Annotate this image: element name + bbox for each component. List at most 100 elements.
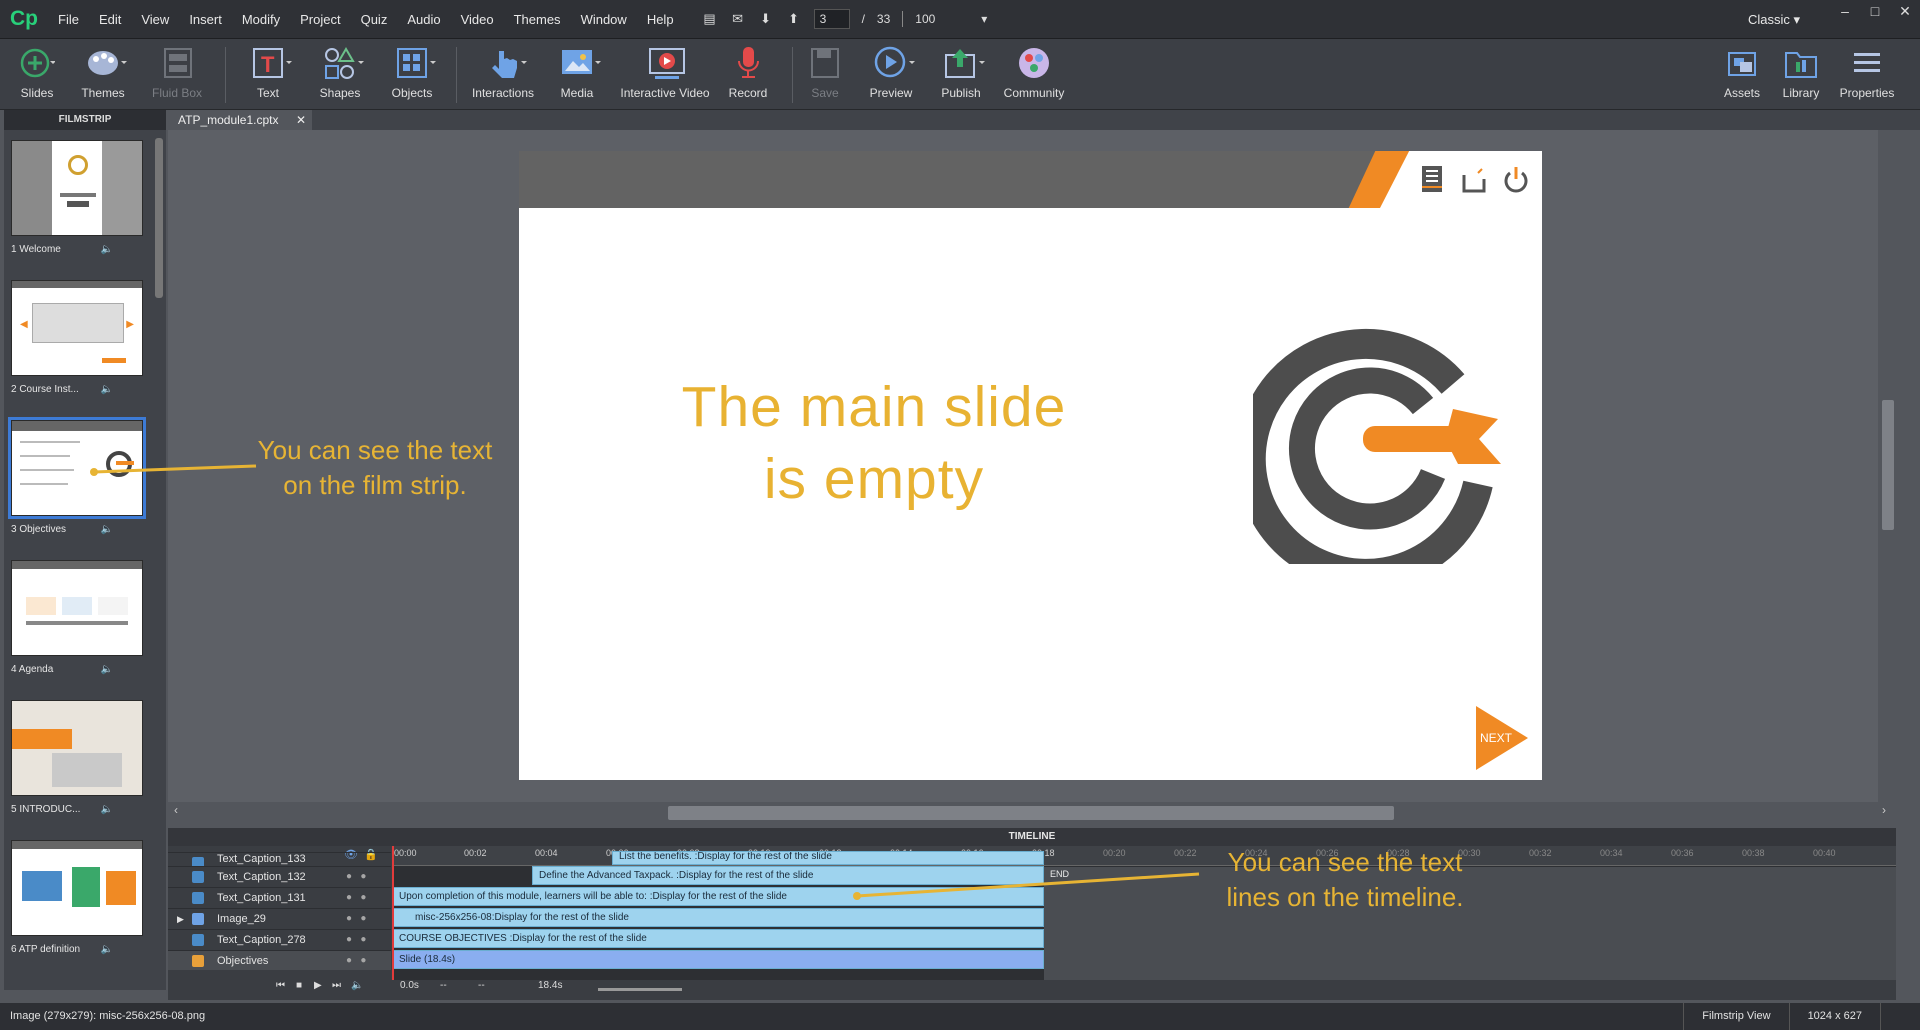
slides-button[interactable]: Slides: [0, 43, 74, 107]
menu-themes[interactable]: Themes: [504, 0, 571, 39]
filmstrip-title: FILMSTRIP: [4, 110, 166, 130]
menu-video[interactable]: Video: [451, 0, 504, 39]
slide-number-input[interactable]: 3: [813, 9, 850, 29]
filmstrip-slide-4[interactable]: 4 Agenda 🔈: [11, 560, 143, 675]
visibility-lock-dots[interactable]: ● ●: [346, 951, 366, 971]
menu-audio[interactable]: Audio: [397, 0, 450, 39]
preview-button[interactable]: Preview: [854, 43, 928, 107]
zoom-select[interactable]: 100 ▾: [915, 12, 987, 26]
stage-horizontal-scrollbar[interactable]: ‹ ›: [168, 802, 1896, 822]
comment-icon[interactable]: ▤: [702, 11, 718, 27]
publish-label: Publish: [941, 86, 981, 100]
timeline-row[interactable]: Text_Caption_131 ● ●: [168, 887, 391, 907]
timeline-bar[interactable]: COURSE OBJECTIVES :Display for the rest …: [392, 929, 1044, 948]
play-icon[interactable]: ▶: [314, 980, 322, 991]
svg-text:T: T: [261, 52, 275, 77]
timeline-row-selected[interactable]: Objectives ● ●: [168, 950, 391, 970]
resources-icon[interactable]: [1460, 161, 1488, 195]
close-icon[interactable]: ✕: [296, 110, 306, 130]
visibility-lock-dots[interactable]: ● ●: [346, 888, 366, 908]
main-text-line-1: The main slide: [681, 375, 1067, 439]
timeline-row[interactable]: Text_Caption_132 ● ●: [168, 866, 391, 886]
slide-3-objectives[interactable]: The main slide is empty NEXT: [519, 151, 1542, 780]
scrollbar-thumb[interactable]: [1882, 400, 1894, 530]
text-button[interactable]: T Text: [231, 43, 305, 107]
layer-name: Text_Caption_133: [217, 853, 306, 865]
layer-name: Text_Caption_132: [217, 871, 306, 883]
menu-insert[interactable]: Insert: [179, 0, 232, 39]
properties-button[interactable]: Properties: [1830, 43, 1904, 107]
filmstrip-slide-2[interactable]: ◀ ▶ 2 Course Inst... 🔈: [11, 280, 143, 395]
menu-edit[interactable]: Edit: [89, 0, 131, 39]
slide-thumbnail-label: 1 Welcome: [11, 244, 61, 255]
scroll-right-icon[interactable]: ›: [1882, 803, 1886, 817]
timeline-row[interactable]: Text_Caption_278 ● ●: [168, 929, 391, 949]
visibility-lock-dots[interactable]: ● ●: [346, 909, 366, 929]
audio-icon[interactable]: 🔈: [351, 980, 363, 991]
stop-icon[interactable]: ■: [296, 980, 302, 991]
prev-slide-arrow-icon[interactable]: ⬆: [786, 11, 802, 27]
media-button[interactable]: Media: [540, 43, 614, 107]
timeline-row[interactable]: ▶ Image_29 ● ●: [168, 908, 391, 928]
menu-quiz[interactable]: Quiz: [351, 0, 398, 39]
workspace-switcher[interactable]: Classic ▾: [1748, 0, 1800, 39]
timeline-bar[interactable]: List the benefits. :Display for the rest…: [612, 851, 1044, 865]
timeline-bar[interactable]: Slide (18.4s): [392, 950, 1044, 969]
community-button[interactable]: Community: [997, 43, 1071, 107]
visibility-lock-dots[interactable]: ● ●: [346, 867, 366, 887]
menu-view[interactable]: View: [131, 0, 179, 39]
minimize-button[interactable]: –: [1830, 0, 1860, 22]
close-window-button[interactable]: ✕: [1890, 0, 1920, 22]
filmstrip-scrollbar[interactable]: [155, 138, 163, 298]
book-icon[interactable]: [1418, 161, 1446, 195]
playhead[interactable]: [392, 846, 394, 1000]
filmstrip-slide-6[interactable]: 6 ATP definition 🔈: [11, 840, 143, 955]
mail-icon[interactable]: ✉: [730, 11, 746, 27]
objects-button[interactable]: Objects: [375, 43, 449, 107]
timeline-row[interactable]: Text_Caption_133: [168, 852, 391, 866]
next-button[interactable]: NEXT: [1472, 706, 1528, 770]
captivate-window: Cp File Edit View Insert Modify Project …: [0, 0, 1920, 1030]
fluid-box-button[interactable]: Fluid Box: [140, 43, 214, 107]
next-slide-arrow-icon[interactable]: ⬇: [758, 11, 774, 27]
slide-thumbnail: ◀ ▶: [11, 280, 143, 376]
speaker-icon[interactable]: 🔈: [101, 524, 113, 535]
duration: 18.4s: [538, 980, 563, 991]
themes-button[interactable]: Themes: [66, 43, 140, 107]
menu-modify[interactable]: Modify: [232, 0, 290, 39]
exit-icon[interactable]: [1502, 161, 1530, 195]
save-button[interactable]: Save: [788, 43, 862, 107]
speaker-icon[interactable]: 🔈: [101, 664, 113, 675]
filmstrip-slide-1[interactable]: 1 Welcome 🔈: [11, 140, 143, 255]
interactive-video-button[interactable]: Interactive Video: [611, 43, 719, 107]
menu-file[interactable]: File: [48, 0, 89, 39]
library-button[interactable]: Library: [1764, 43, 1838, 107]
visibility-lock-dots[interactable]: ● ●: [346, 930, 366, 950]
speaker-icon[interactable]: 🔈: [101, 944, 113, 955]
document-tab[interactable]: ATP_module1.cptx ✕: [168, 110, 312, 130]
menu-help[interactable]: Help: [637, 0, 684, 39]
publish-button[interactable]: Publish: [924, 43, 998, 107]
stage-vertical-scrollbar[interactable]: [1878, 130, 1896, 802]
filmstrip-slide-5[interactable]: 5 INTRODUC... 🔈: [11, 700, 143, 815]
menu-project[interactable]: Project: [290, 0, 350, 39]
toolbar-divider: [456, 47, 457, 103]
interactions-label: Interactions: [471, 86, 535, 100]
menu-window[interactable]: Window: [571, 0, 637, 39]
speaker-icon[interactable]: 🔈: [101, 384, 113, 395]
target-arrow-image[interactable]: [1253, 324, 1513, 564]
zoom-slider[interactable]: [598, 988, 682, 991]
interactions-button[interactable]: Interactions: [466, 43, 540, 107]
view-mode[interactable]: Filmstrip View: [1683, 1003, 1788, 1030]
expand-arrow-icon[interactable]: ▶: [177, 909, 184, 929]
record-button[interactable]: Record: [711, 43, 785, 107]
scrollbar-thumb[interactable]: [668, 806, 1394, 820]
end-icon[interactable]: ⏭: [332, 980, 341, 991]
shapes-button[interactable]: Shapes: [303, 43, 377, 107]
speaker-icon[interactable]: 🔈: [101, 244, 113, 255]
speaker-icon[interactable]: 🔈: [101, 804, 113, 815]
maximize-button[interactable]: □: [1860, 0, 1890, 22]
scroll-left-icon[interactable]: ‹: [174, 803, 178, 817]
rewind-icon[interactable]: ⏮: [276, 980, 285, 991]
timeline-bar[interactable]: misc-256x256-08:Display for the rest of …: [392, 908, 1044, 927]
